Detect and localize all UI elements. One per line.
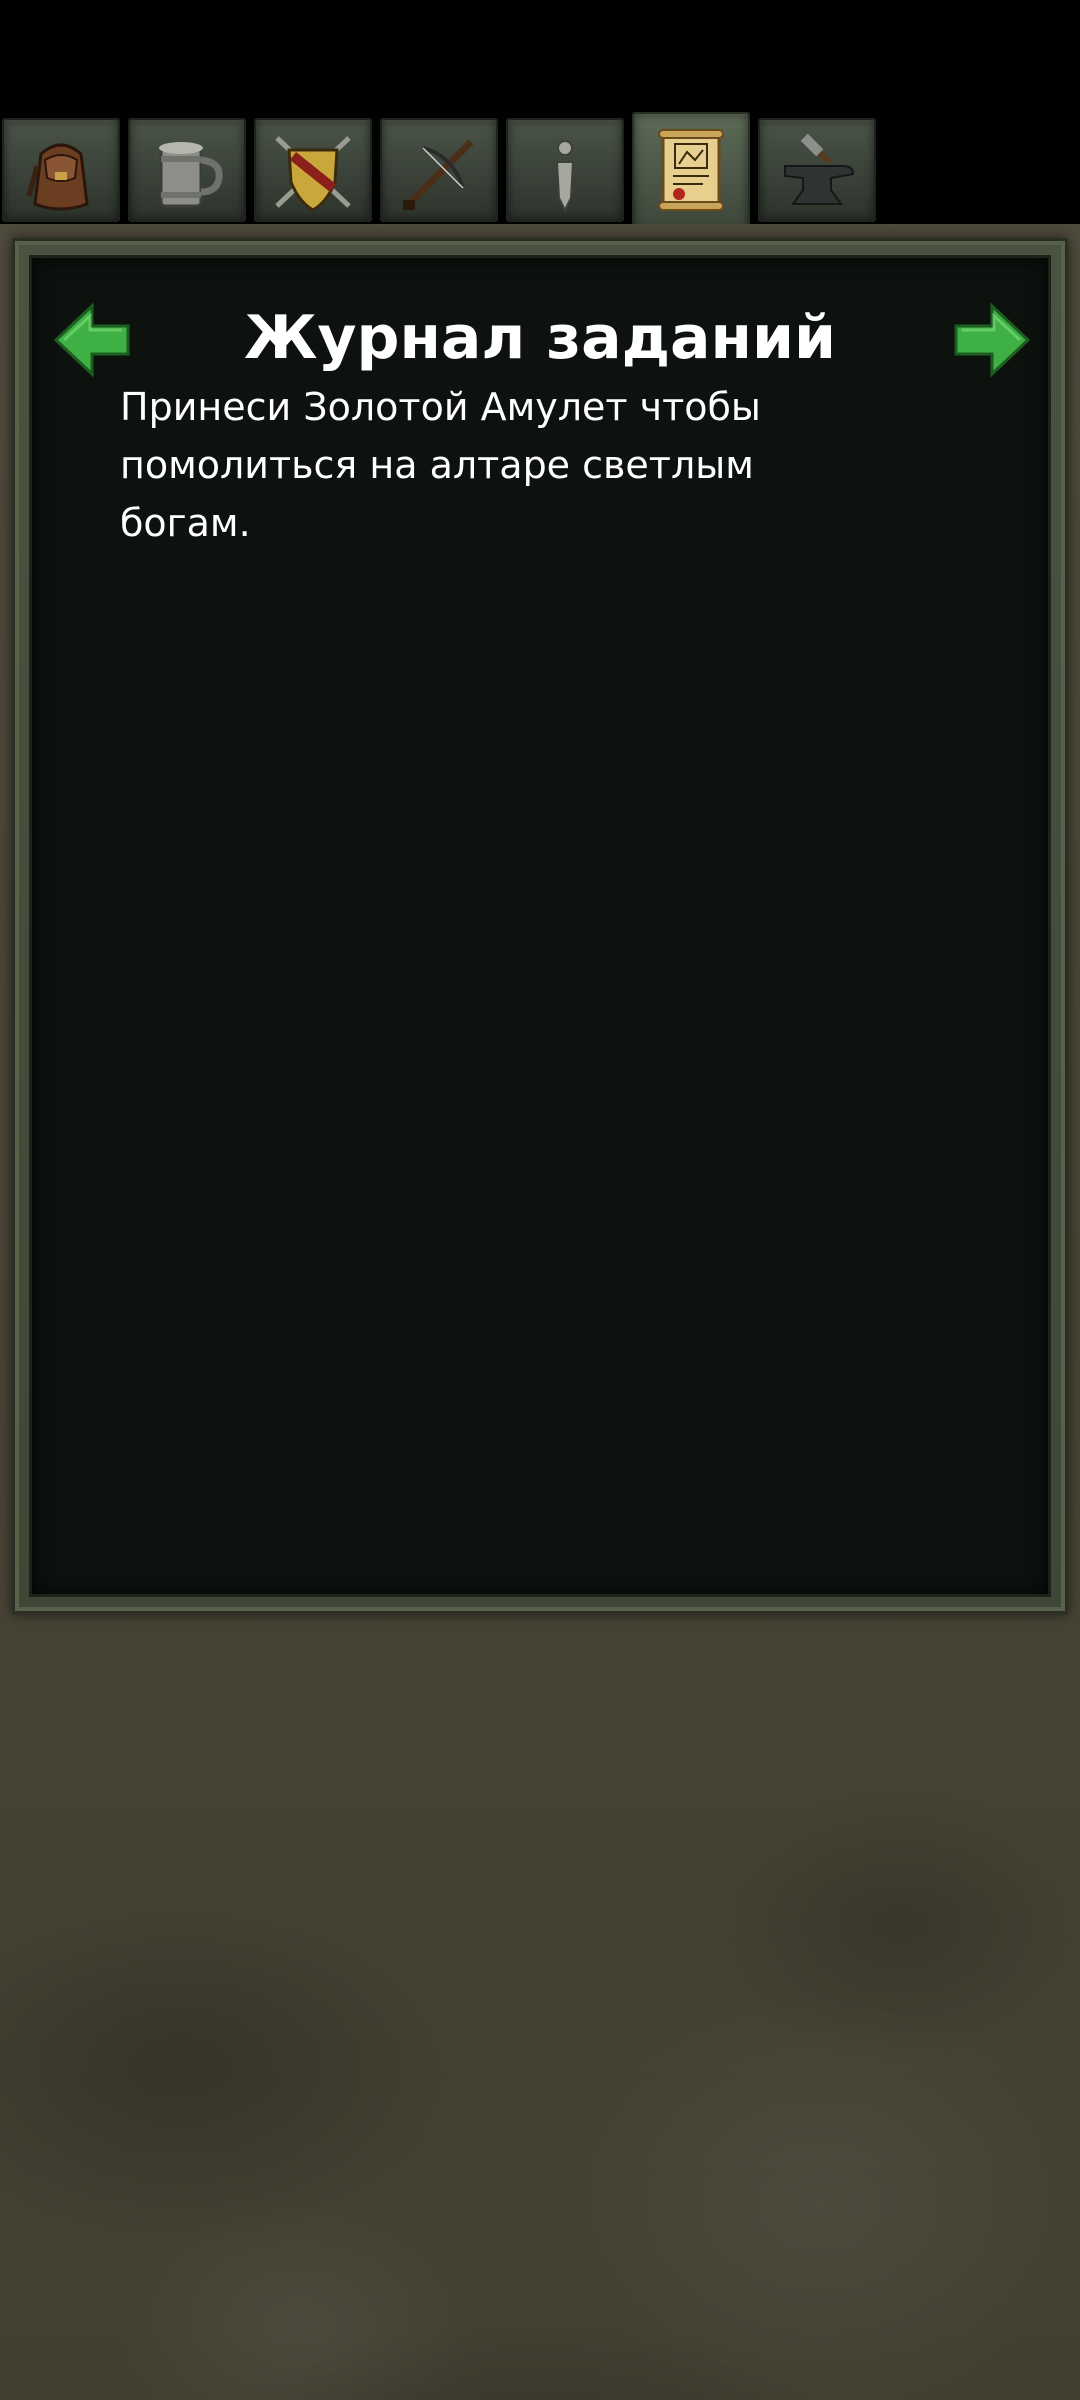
next-quest-button[interactable] [950,300,1034,380]
tab-bar [0,112,1080,316]
tab-inventory[interactable] [2,118,120,222]
tankard-icon [159,142,223,208]
quest-description: Принеси Золотой Амулет чтобы помолиться … [120,385,761,545]
tab-info[interactable] [506,118,624,222]
tab-quests[interactable] [632,112,750,234]
status-bar [0,0,1080,112]
tab-weapons[interactable] [380,118,498,222]
quest-log-title: Журнал заданий [243,303,837,373]
tab-tavern[interactable] [128,118,246,222]
quest-log-content: Журнал заданий Принеси Золотой Амулет чт… [29,255,1051,1597]
quest-log-panel: Журнал заданий Принеси Золотой Амулет чт… [12,238,1068,1614]
crossbow-icon [403,139,474,210]
green-arrow-left-icon [53,302,130,378]
quest-scroll-icon [658,129,724,211]
info-icon [555,140,575,213]
green-arrow-right-icon [954,302,1031,378]
tab-equipment[interactable] [254,118,372,222]
tab-crafting[interactable] [758,118,876,222]
previous-quest-button[interactable] [50,300,134,380]
shield-swords-icon [275,136,351,212]
backpack-icon [26,143,89,211]
anvil-icon [784,133,855,205]
